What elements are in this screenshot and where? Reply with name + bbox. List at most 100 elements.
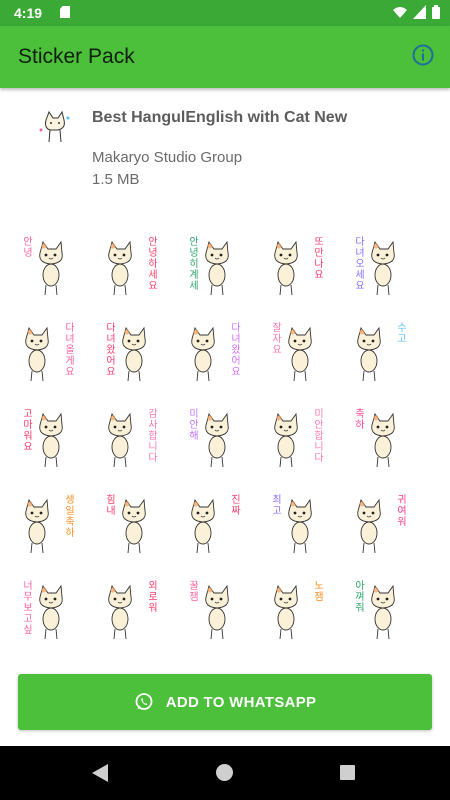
sticker-item[interactable]: 아껴줘 [352,577,416,641]
sticker-text-char: 세 [355,269,364,281]
sticker-item[interactable]: 꿀잼 [186,577,250,641]
sticker-item[interactable]: 미안해 [186,405,250,469]
sticker-text-char: 잼 [314,591,323,603]
back-icon[interactable] [92,764,108,782]
sticker-text-char: 왔 [106,344,115,356]
sticker-item[interactable]: 귀여워 [352,491,416,555]
sticker-text-char: 녀 [231,333,240,345]
pack-size: 1.5 MB [92,171,140,188]
sticker-item[interactable]: 외로워 [103,577,167,641]
sticker-item[interactable]: 다녀왔어요 [103,319,167,383]
sticker-text-char: 외 [148,580,157,592]
sticker-text-char: 다 [231,322,240,334]
sticker-text-char: 어 [106,355,115,367]
sticker-text-char: 녀 [106,333,115,345]
sticker-item[interactable]: 힘내 [103,491,167,555]
sticker-item[interactable]: 최고 [269,491,333,555]
sticker-item[interactable]: 안녕 [20,233,84,297]
sticker-text-char: 요 [65,367,74,378]
sticker-text-char: 어 [231,355,240,367]
sticker-text-char: 축 [65,516,74,528]
whatsapp-icon [135,693,153,710]
sticker-text-char: 다 [148,452,157,464]
sticker-text-char: 워 [148,601,157,614]
sticker-text-char: 워 [397,515,406,528]
sticker-text-char: 요 [272,345,281,356]
sticker-text-char: 너 [23,580,32,592]
sticker-item[interactable]: 안녕히계세 [186,233,250,297]
sticker-item[interactable]: 수고 [352,319,416,383]
sticker-item[interactable]: 다녀왔어요 [186,319,250,383]
sticker-item[interactable]: 고마워요 [20,405,84,469]
sticker-text-char: 니 [314,441,323,453]
sticker-item[interactable]: 진짜 [186,491,250,555]
sticker-text-char: 보 [23,602,32,614]
sticker-text-char: 요 [355,281,364,292]
sticker-item[interactable]: 또만나요 [269,233,333,297]
sticker-text-char: 다 [106,322,115,334]
sticker-item[interactable]: 안녕하세요 [103,233,167,297]
sticker-text-char: 귀 [397,494,406,506]
sticker-text-char: 다 [65,322,74,334]
sticker-grid: 안녕 안녕하세요 안녕히계세 또만나요 다 녀 오 세 요 다 녀 올 게 요 … [18,233,432,663]
sticker-text-char: 안 [23,236,32,248]
add-to-whatsapp-button[interactable]: ADD TO WHATSAPP [18,674,432,730]
home-icon[interactable] [216,764,233,781]
sticker-text-char: 일 [65,505,74,517]
sticker-text-char: 안 [189,236,198,248]
sticker-item[interactable]: 생일축하 [20,491,84,555]
sticker-item[interactable]: 다녀올게요 [20,319,84,383]
sticker-item[interactable]: 노잼 [269,577,333,641]
sticker-text-char: 고 [23,614,32,625]
sticker-text-char: 축 [355,408,364,420]
sticker-text-char: 나 [314,258,323,270]
sticker-text-char: 해 [189,429,198,442]
sticker-text-char: 합 [314,430,323,442]
status-icons [393,5,440,19]
sticker-text-char: 히 [189,258,198,270]
sticker-item[interactable]: 너무보고싶 [20,577,84,641]
pack-publisher: Makaryo Studio Group [92,149,243,166]
sticker-text-char: 녕 [148,247,157,259]
sticker-text-char: 고 [397,334,406,345]
sticker-text-char: 요 [23,442,32,453]
sticker-item[interactable]: 감사합니다 [103,405,167,469]
sticker-text-char: 녕 [189,247,198,259]
sticker-text-char: 녀 [355,247,364,259]
add-to-whatsapp-label: ADD TO WHATSAPP [165,693,317,711]
sticker-text-char: 싶 [23,624,32,636]
sticker-text-char: 잘 [272,322,281,334]
sticker-text-char: 다 [314,452,323,464]
recents-icon[interactable] [340,765,355,780]
sticker-item[interactable]: 축하 [352,405,416,469]
sticker-text-char: 요 [231,367,240,378]
sticker-item[interactable]: 잘자요 [269,319,333,383]
sticker-text-char: 껴 [355,591,364,603]
info-icon[interactable] [412,44,434,66]
sticker-text-char: 미 [314,408,323,420]
sticker-text-char: 합 [148,430,157,442]
sticker-text-char: 아 [355,580,364,592]
pack-thumbnail-icon [36,108,72,144]
sticker-text-char: 사 [148,419,157,431]
sticker-text-char: 올 [65,344,74,356]
sd-card-icon [60,6,70,18]
sticker-text-char: 다 [355,236,364,248]
sticker-text-char: 안 [189,419,198,431]
sticker-text-char: 여 [397,505,406,517]
sticker-text-char: 미 [189,408,198,420]
sticker-text-char: 마 [23,419,32,431]
sticker-item[interactable]: 다녀오세요 [352,233,416,297]
sticker-text-char: 수 [397,322,406,334]
sticker-text-char: 니 [148,441,157,453]
sticker-text-char: 하 [148,257,157,270]
sticker-text-char: 최 [272,494,281,506]
sticker-text-char: 줘 [355,602,364,614]
pack-header: Best HangulEnglish with Cat New Makaryo … [0,88,450,218]
sticker-text-char: 요 [106,367,115,378]
sticker-text-char: 고 [23,409,32,420]
sticker-text-char: 세 [189,280,198,292]
sticker-text-char: 오 [355,259,364,270]
sticker-item[interactable]: 미안합니다 [269,405,333,469]
signal-icon [413,5,426,19]
